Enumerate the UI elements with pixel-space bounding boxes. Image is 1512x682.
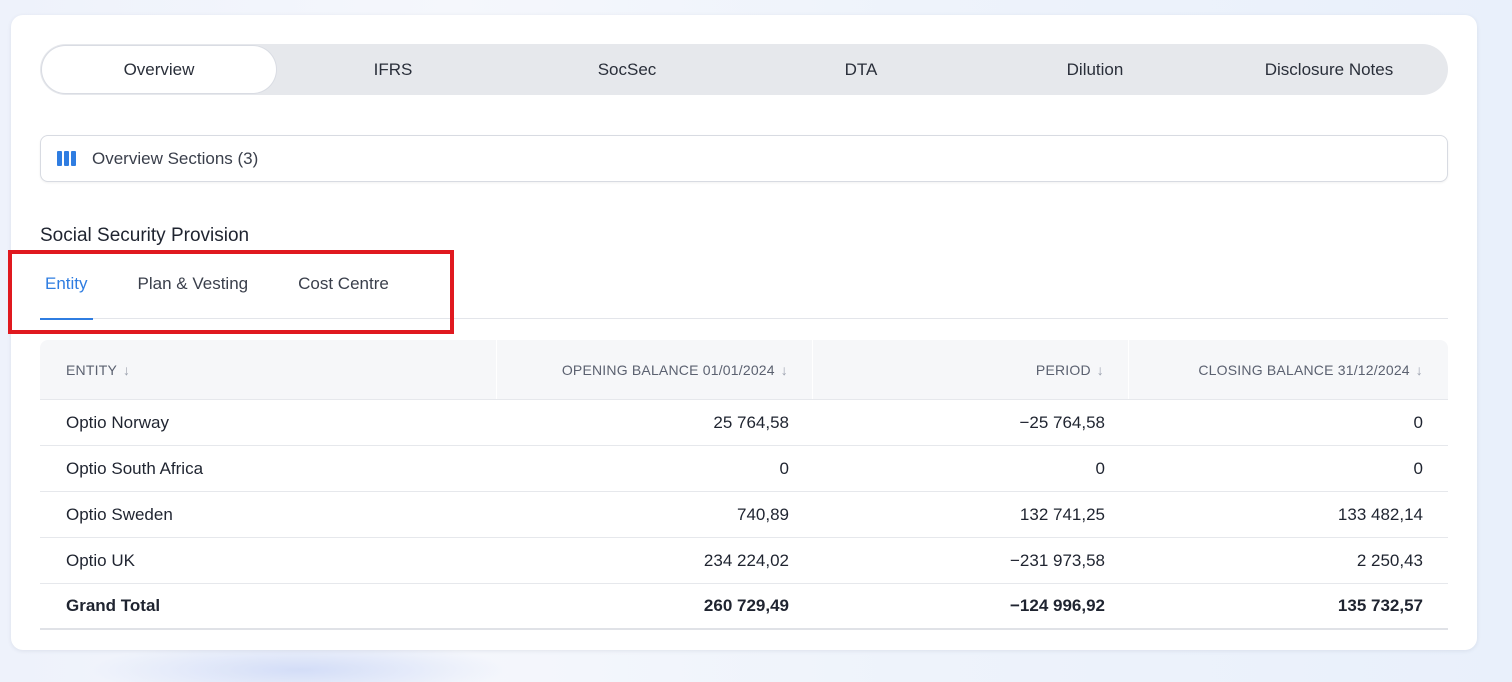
grouping-tabs: Entity Plan & Vesting Cost Centre [40, 270, 1448, 320]
cell-period: −25 764,58 [1019, 412, 1105, 432]
arrow-down-icon: ↓ [122, 361, 131, 378]
tab-dilution[interactable]: Dilution [978, 46, 1212, 93]
cell-total-closing-balance: 135 732,57 [1337, 596, 1423, 615]
cell-total-opening-balance: 260 729,49 [703, 596, 789, 615]
subtab-entity[interactable]: Entity [40, 270, 93, 320]
subtab-cost-centre[interactable]: Cost Centre [293, 270, 394, 319]
cell-entity: Optio Sweden [66, 504, 173, 524]
table-header: ENTITY ↓ OPENING BALANCE 01/01/2024 ↓ PE… [40, 340, 1448, 400]
table-row: Optio Sweden 740,89 132 741,25 133 482,1… [40, 492, 1448, 538]
overview-sections-label: Overview Sections (3) [92, 148, 259, 168]
column-header-label: CLOSING BALANCE 31/12/2024 [1198, 361, 1410, 378]
provision-table: ENTITY ↓ OPENING BALANCE 01/01/2024 ↓ PE… [40, 340, 1448, 630]
cell-closing-balance: 133 482,14 [1337, 504, 1423, 524]
report-tabs: Overview IFRS SocSec DTA Dilution Disclo… [40, 44, 1448, 95]
grand-total-row: Grand Total 260 729,49 −124 996,92 135 7… [40, 584, 1448, 630]
cell-entity: Optio South Africa [66, 458, 204, 478]
cell-period: 0 [1095, 458, 1105, 478]
column-header-label: PERIOD [1035, 361, 1091, 378]
cell-total-period: −124 996,92 [1009, 596, 1105, 615]
tab-overview[interactable]: Overview [42, 46, 276, 93]
tab-socsec[interactable]: SocSec [510, 46, 744, 93]
overview-sections-toggle[interactable]: Overview Sections (3) [40, 135, 1448, 182]
cell-closing-balance: 0 [1413, 458, 1423, 478]
arrow-down-icon: ↓ [1415, 361, 1423, 378]
table-row: Optio Norway 25 764,58 −25 764,58 0 [40, 400, 1448, 446]
column-header-label: OPENING BALANCE 01/01/2024 [561, 361, 775, 378]
tab-disclosure-notes[interactable]: Disclosure Notes [1212, 46, 1446, 93]
cell-opening-balance: 740,89 [737, 504, 789, 524]
tab-ifrs[interactable]: IFRS [276, 46, 510, 93]
cell-opening-balance: 0 [779, 458, 789, 478]
column-header-closing-balance[interactable]: CLOSING BALANCE 31/12/2024 ↓ [1129, 340, 1448, 399]
cell-period: 132 741,25 [1019, 504, 1105, 524]
cell-opening-balance: 25 764,58 [713, 412, 789, 432]
tab-dta[interactable]: DTA [744, 46, 978, 93]
cell-opening-balance: 234 224,02 [703, 550, 789, 570]
table-row: Optio South Africa 0 0 0 [40, 446, 1448, 492]
section-title: Social Security Provision [40, 225, 250, 246]
content-card: Overview IFRS SocSec DTA Dilution Disclo… [11, 15, 1477, 650]
subtab-plan-vesting[interactable]: Plan & Vesting [133, 270, 254, 319]
cell-entity: Optio Norway [66, 412, 169, 432]
table-row: Optio UK 234 224,02 −231 973,58 2 250,43 [40, 538, 1448, 584]
column-header-label: ENTITY [66, 361, 117, 378]
cell-entity: Optio UK [66, 550, 135, 570]
columns-icon [57, 151, 76, 166]
cell-closing-balance: 2 250,43 [1356, 550, 1423, 570]
column-header-entity[interactable]: ENTITY ↓ [40, 340, 497, 399]
arrow-down-icon: ↓ [1096, 361, 1104, 378]
cell-period: −231 973,58 [1009, 550, 1105, 570]
column-header-opening-balance[interactable]: OPENING BALANCE 01/01/2024 ↓ [497, 340, 813, 399]
cell-total-label: Grand Total [66, 596, 161, 615]
cell-closing-balance: 0 [1413, 412, 1423, 432]
column-header-period[interactable]: PERIOD ↓ [813, 340, 1129, 399]
arrow-down-icon: ↓ [780, 361, 788, 378]
